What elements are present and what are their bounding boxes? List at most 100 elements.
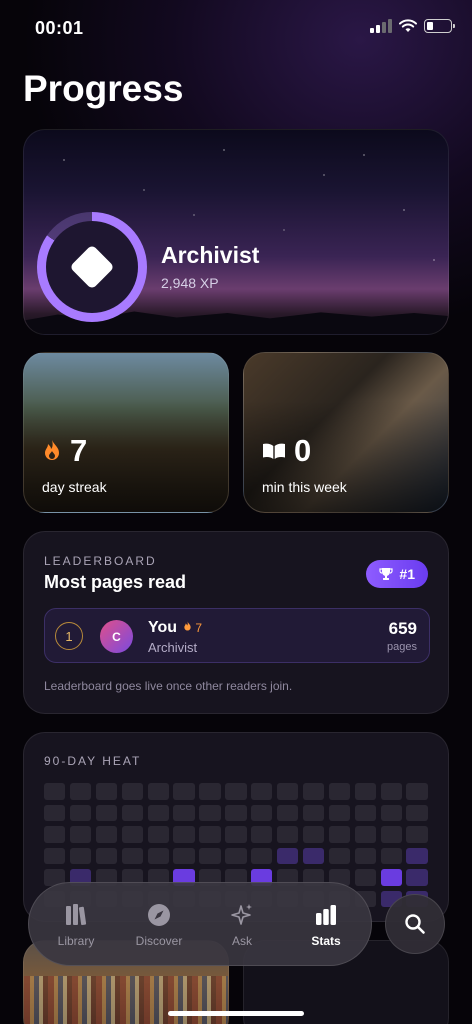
reading-time-tile[interactable]: 0 min this week xyxy=(243,352,449,513)
compass-icon xyxy=(148,904,170,926)
leaderboard-kicker: LEADERBOARD xyxy=(44,554,157,568)
tab-stats-label: Stats xyxy=(311,934,341,948)
heat-cell xyxy=(406,869,428,886)
heat-cell xyxy=(69,847,92,864)
heat-cell xyxy=(173,826,195,843)
tab-discover[interactable]: Discover xyxy=(116,883,202,967)
level-progress-ring xyxy=(37,212,147,322)
bar-chart-icon xyxy=(316,905,336,925)
leaderboard-card[interactable]: LEADERBOARD Most pages read #1 1 C You 7… xyxy=(23,531,449,714)
heat-cell xyxy=(69,804,92,821)
heat-cell xyxy=(406,783,428,800)
heat-cell xyxy=(225,826,247,843)
tab-discover-label: Discover xyxy=(135,934,183,948)
heat-cell xyxy=(302,804,325,821)
heat-cell xyxy=(147,804,169,821)
xp-total: 2,948 XP xyxy=(161,275,219,291)
heat-cell xyxy=(199,847,221,864)
heat-cell xyxy=(225,847,247,864)
sparkles-icon xyxy=(231,904,252,925)
placement-medal: 1 xyxy=(55,622,83,650)
rank-card[interactable]: Archivist 2,948 XP xyxy=(23,129,449,335)
heat-cell xyxy=(251,783,273,800)
heat-cell xyxy=(44,847,66,864)
heat-cell xyxy=(302,826,325,843)
heat-cell xyxy=(147,847,169,864)
heat-cell xyxy=(302,783,325,800)
heat-cell xyxy=(354,847,376,864)
trophy-icon xyxy=(379,568,394,580)
heat-cell xyxy=(199,804,221,821)
heat-cell xyxy=(44,783,66,800)
heat-cell xyxy=(251,804,273,821)
tab-library[interactable]: Library xyxy=(33,883,119,967)
search-icon xyxy=(405,914,425,934)
heat-cell xyxy=(380,826,402,843)
heat-cell xyxy=(95,826,118,843)
avatar: C xyxy=(100,620,133,653)
heat-cell xyxy=(277,826,299,843)
pages-unit: pages xyxy=(387,641,417,653)
tab-stats[interactable]: Stats xyxy=(283,883,369,967)
heat-cell xyxy=(95,847,118,864)
cellular-signal-icon xyxy=(370,19,392,33)
streak-caption: day streak xyxy=(42,479,107,495)
heat-cell xyxy=(354,804,376,821)
heat-kicker: 90-DAY HEAT xyxy=(44,754,142,768)
rank-diamond-icon xyxy=(69,244,115,290)
reader-streak: 7 xyxy=(183,621,202,635)
search-button[interactable] xyxy=(385,894,445,954)
library-icon xyxy=(66,904,87,926)
heat-cell xyxy=(251,847,273,864)
tab-ask-label: Ask xyxy=(231,934,252,948)
home-indicator xyxy=(168,1011,304,1016)
wifi-icon xyxy=(399,19,417,32)
heat-cell xyxy=(69,783,92,800)
tab-ask[interactable]: Ask xyxy=(199,883,285,967)
rank-badge: #1 xyxy=(366,560,428,588)
open-book-icon xyxy=(263,443,285,459)
heat-cell xyxy=(225,783,247,800)
status-icons xyxy=(370,19,455,33)
heat-cell xyxy=(277,804,299,821)
heat-cell xyxy=(199,826,221,843)
leaderboard-row[interactable]: 1 C You 7 Archivist 659 pages xyxy=(44,608,430,663)
heat-cell xyxy=(277,783,299,800)
heat-cell xyxy=(69,826,92,843)
heat-cell xyxy=(380,847,402,864)
heat-cell xyxy=(302,847,325,864)
heat-cell xyxy=(406,804,428,821)
flame-icon xyxy=(184,621,191,631)
heat-cell xyxy=(406,826,428,843)
heat-cell xyxy=(147,783,169,800)
reading-minutes-value: 0 xyxy=(294,433,312,468)
tab-bar: Library Discover Ask Stats xyxy=(28,882,372,966)
status-time: 00:01 xyxy=(35,18,84,38)
heat-cell xyxy=(380,783,402,800)
heat-cell xyxy=(44,804,66,821)
heat-cell xyxy=(173,804,195,821)
bookshelf-image xyxy=(24,976,228,1024)
pages-value: 659 xyxy=(388,619,417,638)
streak-value-row: 7 xyxy=(42,433,87,469)
heat-cell xyxy=(95,804,118,821)
rank-name: Archivist xyxy=(161,242,260,268)
heat-cell xyxy=(173,783,195,800)
heat-cell xyxy=(277,847,299,864)
heat-cell xyxy=(173,847,195,864)
leaderboard-note: Leaderboard goes live once other readers… xyxy=(44,679,293,693)
reader-name: You xyxy=(148,619,178,636)
rank-badge-label: #1 xyxy=(399,566,415,582)
heat-cell xyxy=(354,826,376,843)
page-title: Progress xyxy=(23,68,184,109)
streak-tile[interactable]: 7 day streak xyxy=(23,352,229,513)
heat-cell xyxy=(199,783,221,800)
reading-value-row: 0 xyxy=(262,433,311,469)
reading-caption: min this week xyxy=(262,479,347,495)
heat-cell xyxy=(121,847,143,864)
reader-streak-value: 7 xyxy=(195,621,203,635)
battery-icon xyxy=(424,19,455,33)
reader-rank: Archivist xyxy=(148,640,198,655)
tab-library-label: Library xyxy=(57,934,95,948)
heat-cell xyxy=(147,826,169,843)
